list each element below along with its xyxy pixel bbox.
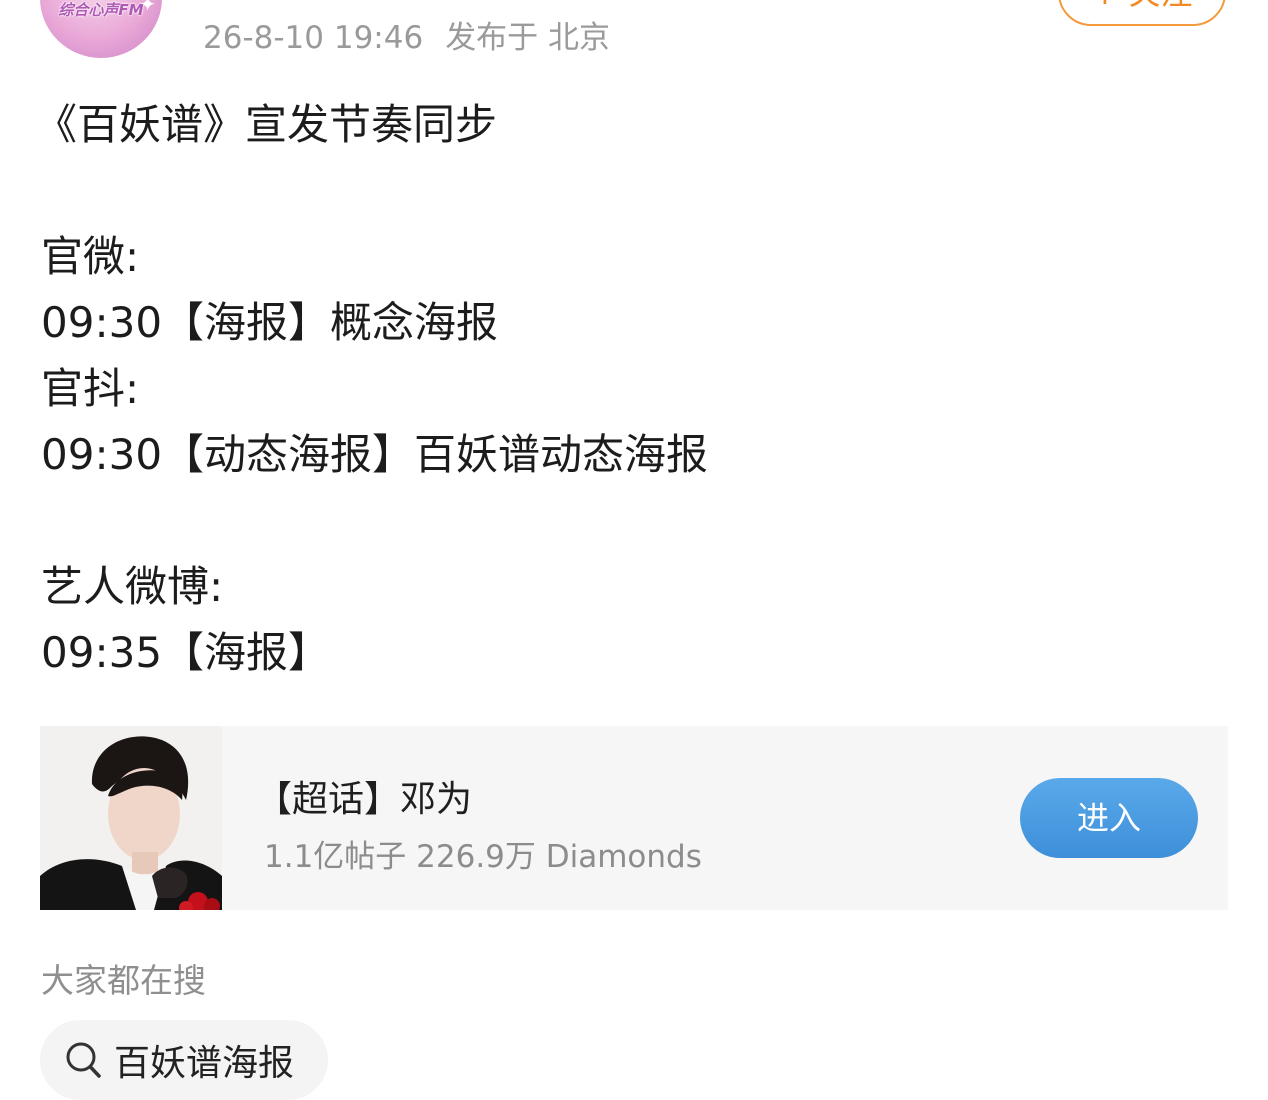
super-topic-card[interactable]: 【超话】邓为 1.1亿帖子 226.9万 Diamonds 进入 xyxy=(40,726,1228,910)
search-icon xyxy=(66,1042,101,1078)
trending-search-title: 大家都在搜 xyxy=(41,961,206,1000)
author-avatar[interactable]: 综合心声FM ✦ xyxy=(40,0,162,58)
post-line: 09:30【动态海报】百妖谱动态海报 xyxy=(41,430,709,479)
post-line: 09:30【海报】概念海报 xyxy=(41,298,499,347)
topic-name: 【超话】邓为 xyxy=(256,779,473,820)
post-line: 官微: xyxy=(41,232,140,281)
topic-stats: 1.1亿帖子 226.9万 Diamonds xyxy=(264,839,702,875)
post-time: 26-8-10 19:46 xyxy=(203,20,424,56)
celebrity-portrait-icon xyxy=(40,726,222,910)
follow-button[interactable]: + 关注 xyxy=(1058,0,1226,26)
post-title: 《百妖谱》宣发节奏同步 xyxy=(35,100,498,149)
post-line: 艺人微博: xyxy=(41,562,224,611)
post-line: 官抖: xyxy=(41,364,140,413)
post-meta: 26-8-10 19:46 发布于 北京 xyxy=(203,12,610,57)
sparkle-icon: ✦ xyxy=(139,0,156,16)
search-suggestion-chip[interactable]: 百妖谱海报 xyxy=(40,1020,329,1100)
enter-button[interactable]: 进入 xyxy=(1020,778,1198,858)
topic-thumbnail xyxy=(40,726,222,910)
post-location: 发布于 北京 xyxy=(445,20,611,56)
search-chip-label: 百妖谱海报 xyxy=(114,1043,295,1084)
post-line: 09:35【海报】 xyxy=(41,628,331,677)
post-body: 《百妖谱》宣发节奏同步 官微: 09:30【海报】概念海报 官抖: 09:30【… xyxy=(35,92,1221,686)
